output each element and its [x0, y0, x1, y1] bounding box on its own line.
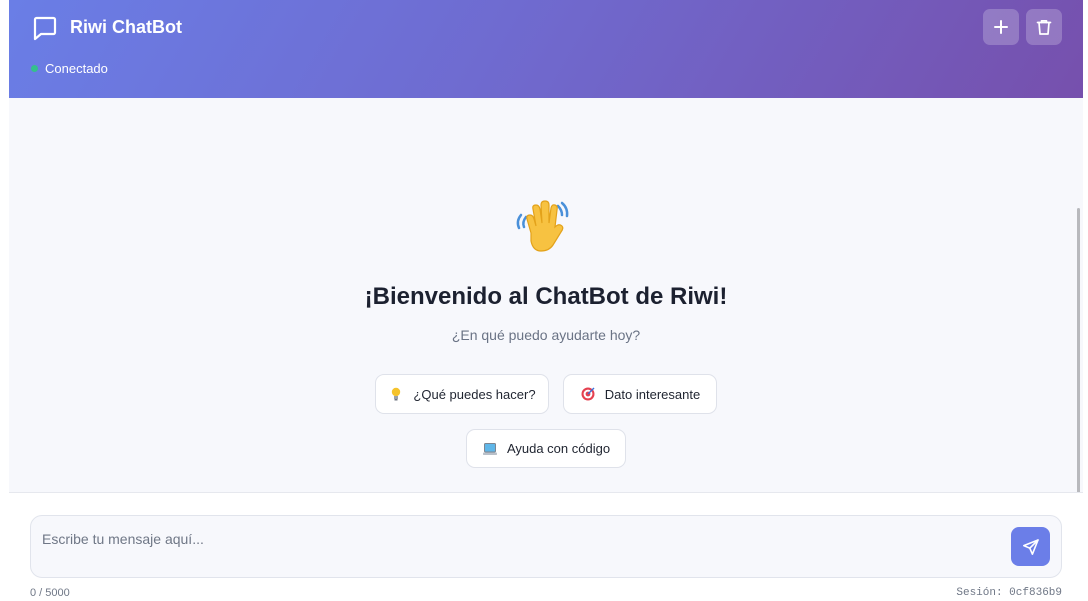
- send-button[interactable]: [1011, 527, 1050, 566]
- status-dot: [31, 64, 38, 72]
- welcome-title: ¡Bienvenido al ChatBot de Riwi!: [364, 283, 728, 310]
- suggestion-label: Dato interesante: [604, 386, 701, 402]
- target-icon: [581, 387, 595, 401]
- lightbulb-icon: [392, 387, 401, 401]
- suggestion-label: ¿Qué puedes hacer?: [413, 386, 536, 402]
- connection-status: Conectado: [31, 60, 108, 76]
- new-chat-button[interactable]: [983, 9, 1019, 45]
- suggestion-label: Ayuda con código: [506, 441, 611, 456]
- header: Riwi ChatBot Conectado: [9, 0, 1083, 98]
- scrollbar[interactable]: [1077, 208, 1080, 532]
- character-counter: 0 / 5000: [30, 587, 70, 599]
- app-title: Riwi ChatBot: [70, 17, 182, 37]
- composer: 0 / 5000 Sesión: 0cf836b9: [9, 492, 1083, 601]
- message-box[interactable]: [30, 515, 1062, 578]
- waving-hand-icon: [516, 200, 569, 252]
- session-id: Sesión: 0cf836b9: [956, 587, 1062, 599]
- message-area[interactable]: ¡Bienvenido al ChatBot de Riwi! ¿En qué …: [9, 98, 1083, 532]
- welcome-subtitle: ¿En qué puedo ayudarte hoy?: [451, 327, 641, 343]
- status-label: Conectado: [45, 60, 108, 76]
- send-icon: [1022, 538, 1039, 555]
- chat-bubble-icon: [33, 16, 57, 41]
- clear-chat-button[interactable]: [1026, 9, 1062, 45]
- laptop-icon: [482, 442, 497, 455]
- suggestion-what-can-you-do[interactable]: ¿Qué puedes hacer?: [375, 374, 549, 414]
- suggestion-code-help[interactable]: Ayuda con código: [466, 429, 626, 468]
- trash-icon: [1036, 19, 1052, 35]
- suggestion-fun-fact[interactable]: Dato interesante: [563, 374, 717, 414]
- chat-app: Riwi ChatBot Conectado ¡Bienvenido al Ch…: [9, 0, 1083, 601]
- plus-icon: [994, 20, 1008, 34]
- message-input[interactable]: [42, 528, 992, 550]
